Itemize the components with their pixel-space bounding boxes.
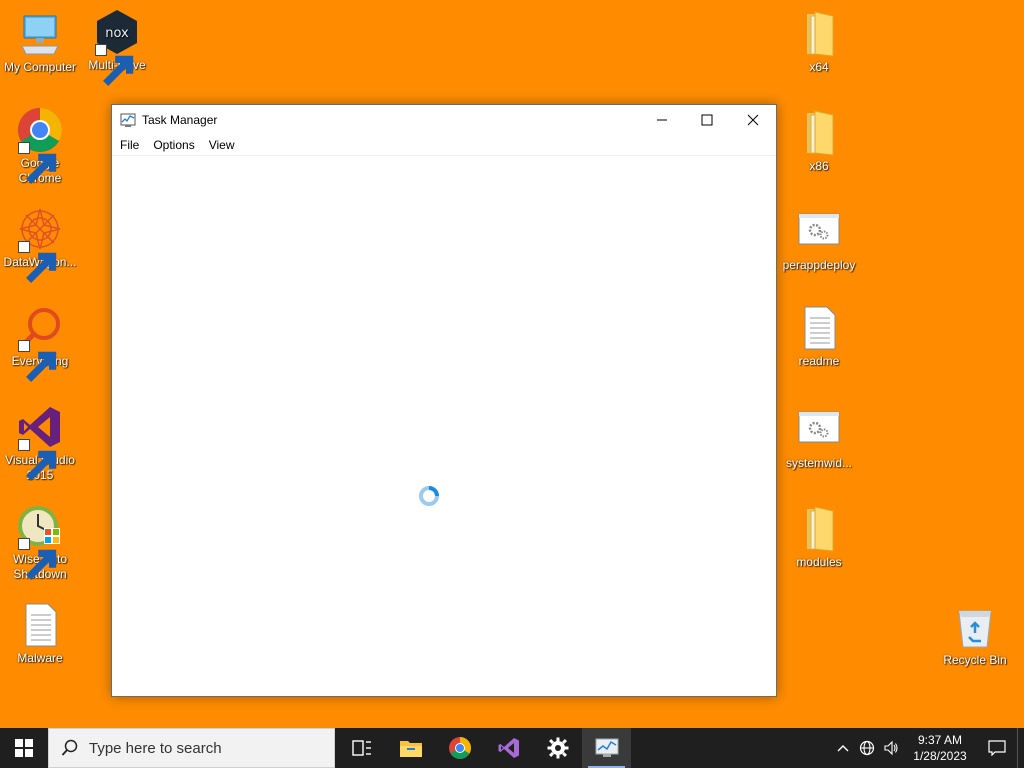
nox-icon: nox <box>93 8 141 86</box>
notification-icon <box>988 740 1006 756</box>
task-manager-window[interactable]: Task Manager File Options View <box>111 104 777 697</box>
shortcut-arrow-icon <box>18 142 57 184</box>
start-button[interactable] <box>0 728 48 768</box>
window-title: Task Manager <box>142 113 218 127</box>
desktop-icon-modules[interactable]: modules <box>779 505 859 570</box>
datawagon-icon <box>16 205 64 283</box>
maximize-icon <box>701 114 713 126</box>
show-desktop-button[interactable] <box>1017 728 1024 768</box>
desktop-icon-datawagon[interactable]: DataWagon... <box>0 205 80 283</box>
title-bar[interactable]: Task Manager <box>112 105 776 135</box>
folder-icon <box>795 109 843 157</box>
clock[interactable]: 9:37 AM 1/28/2023 <box>903 732 977 764</box>
desktop-icon-my-computer[interactable]: My Computer <box>0 10 80 75</box>
desktop-icon-systemwid[interactable]: systemwid... <box>779 406 859 471</box>
taskbar-task-manager[interactable] <box>582 728 631 768</box>
everything-icon <box>16 304 64 382</box>
taskbar-chrome[interactable] <box>435 728 484 768</box>
desktop-icon-malware[interactable]: Malware <box>0 601 80 666</box>
search-placeholder: Type here to search <box>89 739 222 757</box>
desktop-icon-label: readme <box>798 354 840 368</box>
maximize-button[interactable] <box>684 105 730 135</box>
windows-logo-icon <box>15 739 33 757</box>
minimize-icon <box>657 119 667 121</box>
settings-file-icon <box>795 406 843 454</box>
clock-date: 1/28/2023 <box>913 749 967 763</box>
recycle-bin-icon <box>951 603 999 651</box>
text-file-icon <box>16 601 64 649</box>
taskbar: Type here to search 9:37 AM 1/28/2023 <box>0 728 1024 768</box>
clock-time: 9:37 AM <box>917 733 963 747</box>
folder-icon <box>795 505 843 553</box>
desktop-icon-label: x64 <box>809 60 829 74</box>
desktop-icon-label: Recycle Bin <box>943 653 1007 667</box>
desktop-icon-label: systemwid... <box>785 456 852 470</box>
text-file-icon <box>795 304 843 352</box>
desktop-icon-multi-drive[interactable]: nox Multi-Drive <box>77 8 157 86</box>
desktop: My Computer nox Multi-Drive Google Chrom… <box>0 0 1024 728</box>
menu-options[interactable]: Options <box>149 138 198 152</box>
action-center-button[interactable] <box>977 728 1017 768</box>
visual-studio-icon <box>498 738 519 758</box>
taskbar-settings[interactable] <box>533 728 582 768</box>
shortcut-arrow-icon <box>18 340 57 382</box>
settings-file-icon <box>795 208 843 256</box>
chrome-icon <box>16 106 64 184</box>
svg-text:nox: nox <box>105 26 129 41</box>
speaker-icon <box>884 740 898 756</box>
desktop-icon-recycle-bin[interactable]: Recycle Bin <box>935 603 1015 668</box>
gear-icon <box>547 737 568 759</box>
desktop-icon-label: Malware <box>17 651 63 665</box>
wise-shutdown-icon <box>16 502 64 580</box>
minimize-button[interactable] <box>639 105 685 135</box>
task-view-icon <box>351 740 371 756</box>
folder-icon <box>399 741 422 757</box>
shortcut-arrow-icon <box>18 538 57 580</box>
chrome-icon <box>448 737 471 759</box>
folder-icon <box>795 10 843 58</box>
taskbar-search-box[interactable]: Type here to search <box>48 728 335 768</box>
desktop-icon-x64[interactable]: x64 <box>779 10 859 75</box>
close-button[interactable] <box>730 105 776 135</box>
chevron-up-icon <box>837 745 849 752</box>
system-tray: 9:37 AM 1/28/2023 <box>831 728 1024 768</box>
shortcut-arrow-icon <box>18 241 57 283</box>
volume-button[interactable] <box>879 728 903 768</box>
desktop-icon-google-chrome[interactable]: Google Chrome <box>0 106 80 186</box>
menu-view[interactable]: View <box>205 138 239 152</box>
network-button[interactable] <box>855 728 879 768</box>
desktop-icon-visual-studio[interactable]: Visual Studio 2015 <box>0 403 80 483</box>
desktop-icon-label: perappdeploy <box>782 258 856 272</box>
desktop-icon-readme[interactable]: readme <box>779 304 859 369</box>
desktop-icon-perappdeploy[interactable]: perappdeploy <box>779 208 859 273</box>
menu-file[interactable]: File <box>116 138 143 152</box>
desktop-icon-everything[interactable]: Everything <box>0 304 80 382</box>
loading-spinner-icon <box>418 485 440 507</box>
desktop-icon-wise-auto-shutdown[interactable]: Wise Auto Shutdown <box>0 502 80 582</box>
computer-icon <box>16 10 64 58</box>
shortcut-arrow-icon <box>95 44 134 86</box>
search-icon <box>61 739 78 756</box>
desktop-icon-label: x86 <box>809 159 829 173</box>
shortcut-arrow-icon <box>18 439 57 481</box>
task-manager-icon <box>120 112 136 128</box>
taskbar-visual-studio[interactable] <box>484 728 533 768</box>
show-hidden-icons-button[interactable] <box>831 728 855 768</box>
taskbar-file-explorer[interactable] <box>386 728 435 768</box>
menu-bar: File Options View <box>112 135 776 156</box>
task-view-button[interactable] <box>337 728 386 768</box>
globe-icon <box>859 740 875 756</box>
task-manager-icon <box>595 738 618 757</box>
desktop-icon-label: My Computer <box>3 60 77 74</box>
close-icon <box>747 114 759 126</box>
desktop-icon-x86[interactable]: x86 <box>779 109 859 174</box>
visual-studio-icon <box>16 403 64 481</box>
desktop-icon-label: modules <box>796 555 842 569</box>
